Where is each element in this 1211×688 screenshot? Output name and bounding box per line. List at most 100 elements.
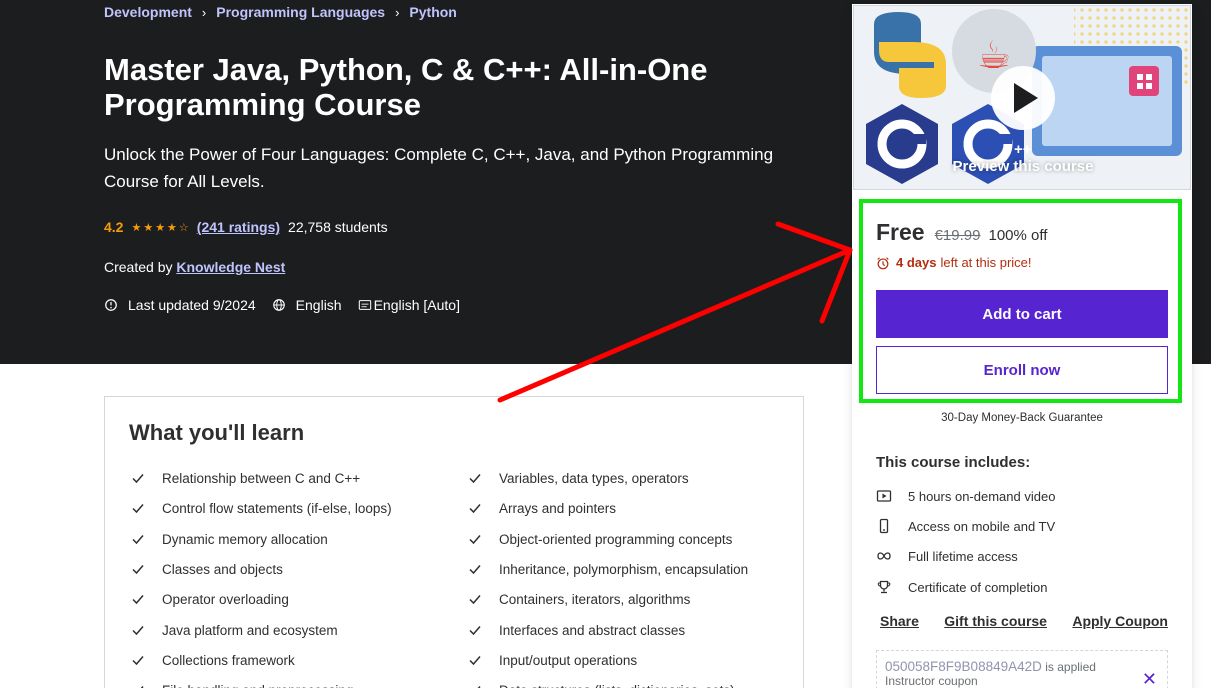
checkmark-icon	[469, 626, 481, 636]
course-title: Master Java, Python, C & C++: All-in-One…	[104, 52, 708, 122]
learn-item: File handling and preprocessing	[130, 682, 353, 688]
preview-label: Preview this course	[952, 158, 1094, 175]
trophy-icon	[877, 580, 891, 594]
checkmark-icon	[469, 474, 481, 484]
course-subtitle: Unlock the Power of Four Languages: Comp…	[104, 145, 774, 191]
captions: English [Auto]	[358, 297, 460, 313]
chevron-right-icon: ›	[201, 4, 207, 20]
include-certificate-text: Certificate of completion	[908, 579, 1048, 595]
learn-item: Data structures (lists, dictionaries, se…	[467, 682, 735, 688]
include-mobile-text: Access on mobile and TV	[908, 518, 1056, 534]
last-updated-text: Last updated 9/2024	[128, 297, 256, 313]
breadcrumb-python[interactable]: Python	[409, 4, 456, 20]
checkmark-icon	[132, 474, 144, 484]
checkmark-icon	[132, 595, 144, 605]
course-preview[interactable]: ☕ ++ Preview this course	[853, 5, 1191, 190]
checkmark-icon	[132, 565, 144, 575]
breadcrumb-programming-languages[interactable]: Programming Languages	[216, 4, 385, 20]
learn-item-text: Inheritance, polymorphism, encapsulation	[499, 561, 749, 577]
students-count: 22,758 students	[288, 219, 388, 235]
learn-item: Control flow statements (if-else, loops)	[130, 500, 392, 516]
include-lifetime-text: Full lifetime access	[908, 548, 1018, 564]
countdown-days: 4 days	[896, 255, 937, 270]
learn-item: Relationship between C and C++	[130, 470, 360, 486]
learn-item: Containers, iterators, algorithms	[467, 591, 690, 607]
checkmark-icon	[477, 686, 481, 688]
learn-item: Classes and objects	[130, 561, 283, 577]
learn-item: Operator overloading	[130, 591, 289, 607]
checkmark-icon	[132, 504, 144, 514]
checkmark-icon	[132, 656, 144, 666]
learn-item-text: File handling and preprocessing	[162, 683, 353, 688]
learn-item-text: Java platform and ecosystem	[162, 622, 338, 638]
checkmark-icon	[140, 686, 144, 688]
includes-title: This course includes:	[876, 454, 1031, 471]
coupon-type: Instructor coupon	[885, 674, 978, 688]
gift-course-link[interactable]: Gift this course	[944, 613, 1047, 629]
learn-item-text: Variables, data types, operators	[499, 470, 689, 486]
include-lifetime: Full lifetime access	[876, 548, 1018, 564]
learn-title: What you'll learn	[129, 420, 305, 445]
meta-row: Last updated 9/2024 English English [Aut…	[104, 297, 476, 313]
price-countdown: 4 days left at this price!	[876, 255, 1032, 270]
last-updated: Last updated 9/2024	[104, 297, 256, 313]
close-icon[interactable]: ✕	[1142, 669, 1157, 688]
chevron-right-icon: ›	[395, 4, 400, 20]
instructor-link[interactable]: Knowledge Nest	[176, 259, 285, 275]
checkmark-icon	[469, 656, 481, 666]
created-by-label: Created by	[104, 259, 173, 275]
checkmark-icon	[469, 595, 481, 605]
svg-text:++: ++	[1014, 141, 1032, 158]
infinity-icon	[877, 552, 891, 560]
checkmark-icon	[469, 504, 481, 514]
applied-coupon-box: 050058F8F9B08849A42D is applied Instruct…	[876, 650, 1168, 688]
video-icon	[876, 490, 892, 502]
learn-item: Object-oriented programming concepts	[467, 531, 732, 547]
original-price: €19.99	[934, 227, 981, 244]
price-row: Free €19.99 100% off	[876, 219, 1047, 246]
include-video-text: 5 hours on-demand video	[908, 488, 1056, 504]
learn-item-text: Input/output operations	[499, 652, 638, 668]
creator-row: Created by Knowledge Nest	[104, 259, 285, 275]
learn-item: Dynamic memory allocation	[130, 531, 328, 547]
share-link[interactable]: Share	[880, 613, 919, 629]
captions-icon	[358, 300, 371, 310]
learn-item: Java platform and ecosystem	[130, 622, 338, 638]
language-text: English	[295, 297, 342, 313]
what-you-learn-box: What you'll learn Relationship between C…	[104, 396, 804, 688]
sidebar-links: Share Gift this course Apply Coupon	[880, 613, 1168, 629]
apply-coupon-link[interactable]: Apply Coupon	[1072, 613, 1168, 629]
include-video: 5 hours on-demand video	[876, 488, 1055, 504]
star-rating-icon: ★★★★☆	[131, 221, 191, 234]
coupon-applied-text: is applied	[1045, 660, 1096, 674]
include-certificate: Certificate of completion	[876, 579, 1047, 595]
breadcrumb: Development › Programming Languages › Py…	[104, 4, 457, 20]
learn-item-text: Control flow statements (if-else, loops)	[162, 500, 392, 516]
checkmark-icon	[132, 535, 144, 545]
learn-item-text: Classes and objects	[162, 561, 283, 577]
learn-item-text: Dynamic memory allocation	[162, 531, 328, 547]
alert-badge-icon	[105, 299, 117, 311]
rating-row: 4.2 ★★★★☆ (241 ratings) 22,758 students	[104, 219, 388, 235]
language: English	[272, 297, 342, 313]
learn-item-text: Collections framework	[162, 652, 295, 668]
mobile-icon	[879, 518, 889, 534]
breadcrumb-development[interactable]: Development	[104, 4, 192, 20]
learn-item-text: Arrays and pointers	[499, 500, 617, 516]
enroll-now-button[interactable]: Enroll now	[876, 346, 1168, 394]
purchase-sidebar: ☕ ++ Preview this course Free €19.99 100…	[852, 4, 1192, 688]
current-price: Free	[876, 219, 925, 245]
add-to-cart-button[interactable]: Add to cart	[876, 290, 1168, 338]
checkmark-icon	[469, 535, 481, 545]
money-back-guarantee: 30-Day Money-Back Guarantee	[941, 412, 1103, 424]
checkmark-icon	[132, 626, 144, 636]
ratings-count-link[interactable]: (241 ratings)	[197, 219, 280, 235]
learn-item: Interfaces and abstract classes	[467, 622, 685, 638]
alarm-clock-icon	[877, 256, 889, 269]
learn-item-text: Operator overloading	[162, 591, 289, 607]
learn-item: Inheritance, polymorphism, encapsulation	[467, 561, 748, 577]
learn-item: Input/output operations	[467, 652, 637, 668]
countdown-text: left at this price!	[940, 255, 1032, 270]
coupon-code: 050058F8F9B08849A42D	[885, 659, 1042, 674]
learn-item: Collections framework	[130, 652, 295, 668]
